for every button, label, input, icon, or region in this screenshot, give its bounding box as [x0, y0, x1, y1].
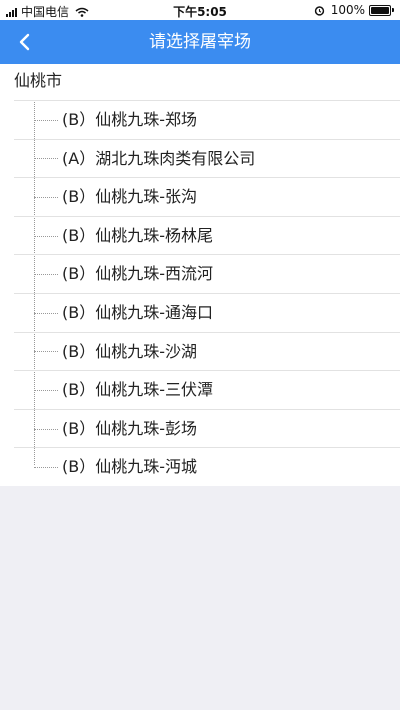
tree-branch-line	[34, 467, 58, 469]
chevron-left-icon	[19, 33, 30, 51]
tree-branch-line	[34, 312, 58, 314]
tree-list: (B）仙桃九珠-郑场 (A）湖北九珠肉类有限公司 (B）仙桃九珠-张沟 (B）仙…	[14, 100, 400, 486]
battery-percent: 100%	[330, 3, 365, 17]
tree-branch-line	[34, 235, 58, 237]
tree-node[interactable]: (B）仙桃九珠-张沟	[14, 177, 400, 216]
tree-node-label: (B）仙桃九珠-西流河	[62, 264, 213, 284]
tree-node[interactable]: (B）仙桃九珠-沙湖	[14, 331, 400, 371]
slaughterhouse-tree: 仙桃市 (B）仙桃九珠-郑场 (A）湖北九珠肉类有限公司 (B）仙桃九珠-张沟 …	[0, 64, 400, 486]
tree-branch-line	[34, 351, 58, 353]
tree-node[interactable]: (B）仙桃九珠-杨林尾	[14, 215, 400, 255]
tree-node-label: (B）仙桃九珠-杨林尾	[62, 225, 213, 245]
tree-node[interactable]: (B）仙桃九珠-郑场	[14, 100, 400, 139]
status-bar: 中国电信 下午5:05 100%	[0, 0, 400, 20]
tree-node[interactable]: (B）仙桃九珠-通海口	[14, 292, 400, 332]
battery-icon	[369, 4, 394, 16]
signal-icon	[6, 7, 17, 17]
tree-branch-line	[34, 274, 58, 276]
tree-node-label: (B）仙桃九珠-通海口	[62, 302, 213, 322]
tree-node[interactable]: (B）仙桃九珠-西流河	[14, 254, 400, 293]
tree-branch-line	[34, 389, 58, 391]
page-title: 请选择屠宰场	[149, 32, 251, 52]
tree-branch-line	[34, 196, 58, 198]
back-button[interactable]	[8, 26, 40, 58]
tree-root[interactable]: 仙桃市	[0, 64, 400, 98]
tree-node-label: (B）仙桃九珠-沔城	[62, 457, 197, 477]
tree-node-label: (B）仙桃九珠-郑场	[62, 110, 197, 129]
carrier-label: 中国电信	[21, 5, 70, 19]
tree-branch-line	[34, 119, 58, 121]
status-left: 中国电信	[6, 3, 89, 20]
tree-node-label: (B）仙桃九珠-三伏潭	[62, 380, 213, 400]
tree-node[interactable]: (B）仙桃九珠-三伏潭	[14, 370, 400, 409]
status-right: 100%	[314, 3, 394, 17]
wifi-icon	[75, 7, 89, 17]
tree-node[interactable]: (A）湖北九珠肉类有限公司	[14, 138, 400, 178]
tree-node-label: (B）仙桃九珠-张沟	[62, 187, 197, 207]
alarm-icon	[314, 5, 324, 16]
header-bar: 请选择屠宰场	[0, 20, 400, 64]
tree-node-label: (A）湖北九珠肉类有限公司	[62, 148, 256, 168]
tree-node-label: (B）仙桃九珠-沙湖	[62, 341, 197, 361]
tree-branch-line	[34, 158, 58, 160]
tree-branch-line	[34, 428, 58, 430]
battery-level	[371, 6, 389, 14]
tree-node[interactable]: (B）仙桃九珠-彭场	[14, 408, 400, 448]
tree-node[interactable]: (B）仙桃九珠-沔城	[14, 447, 400, 486]
tree-node-label: (B）仙桃九珠-彭场	[62, 418, 197, 438]
